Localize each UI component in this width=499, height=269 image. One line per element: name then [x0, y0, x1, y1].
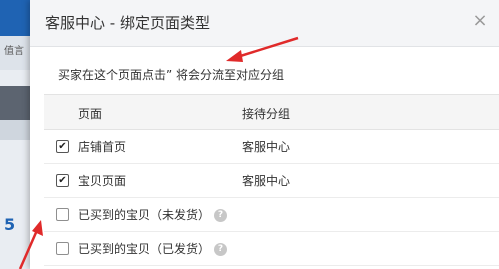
annotation-arrow-icon — [18, 220, 43, 269]
annotation-arrow-icon — [226, 36, 299, 62]
annotation-arrows — [18, 36, 299, 269]
